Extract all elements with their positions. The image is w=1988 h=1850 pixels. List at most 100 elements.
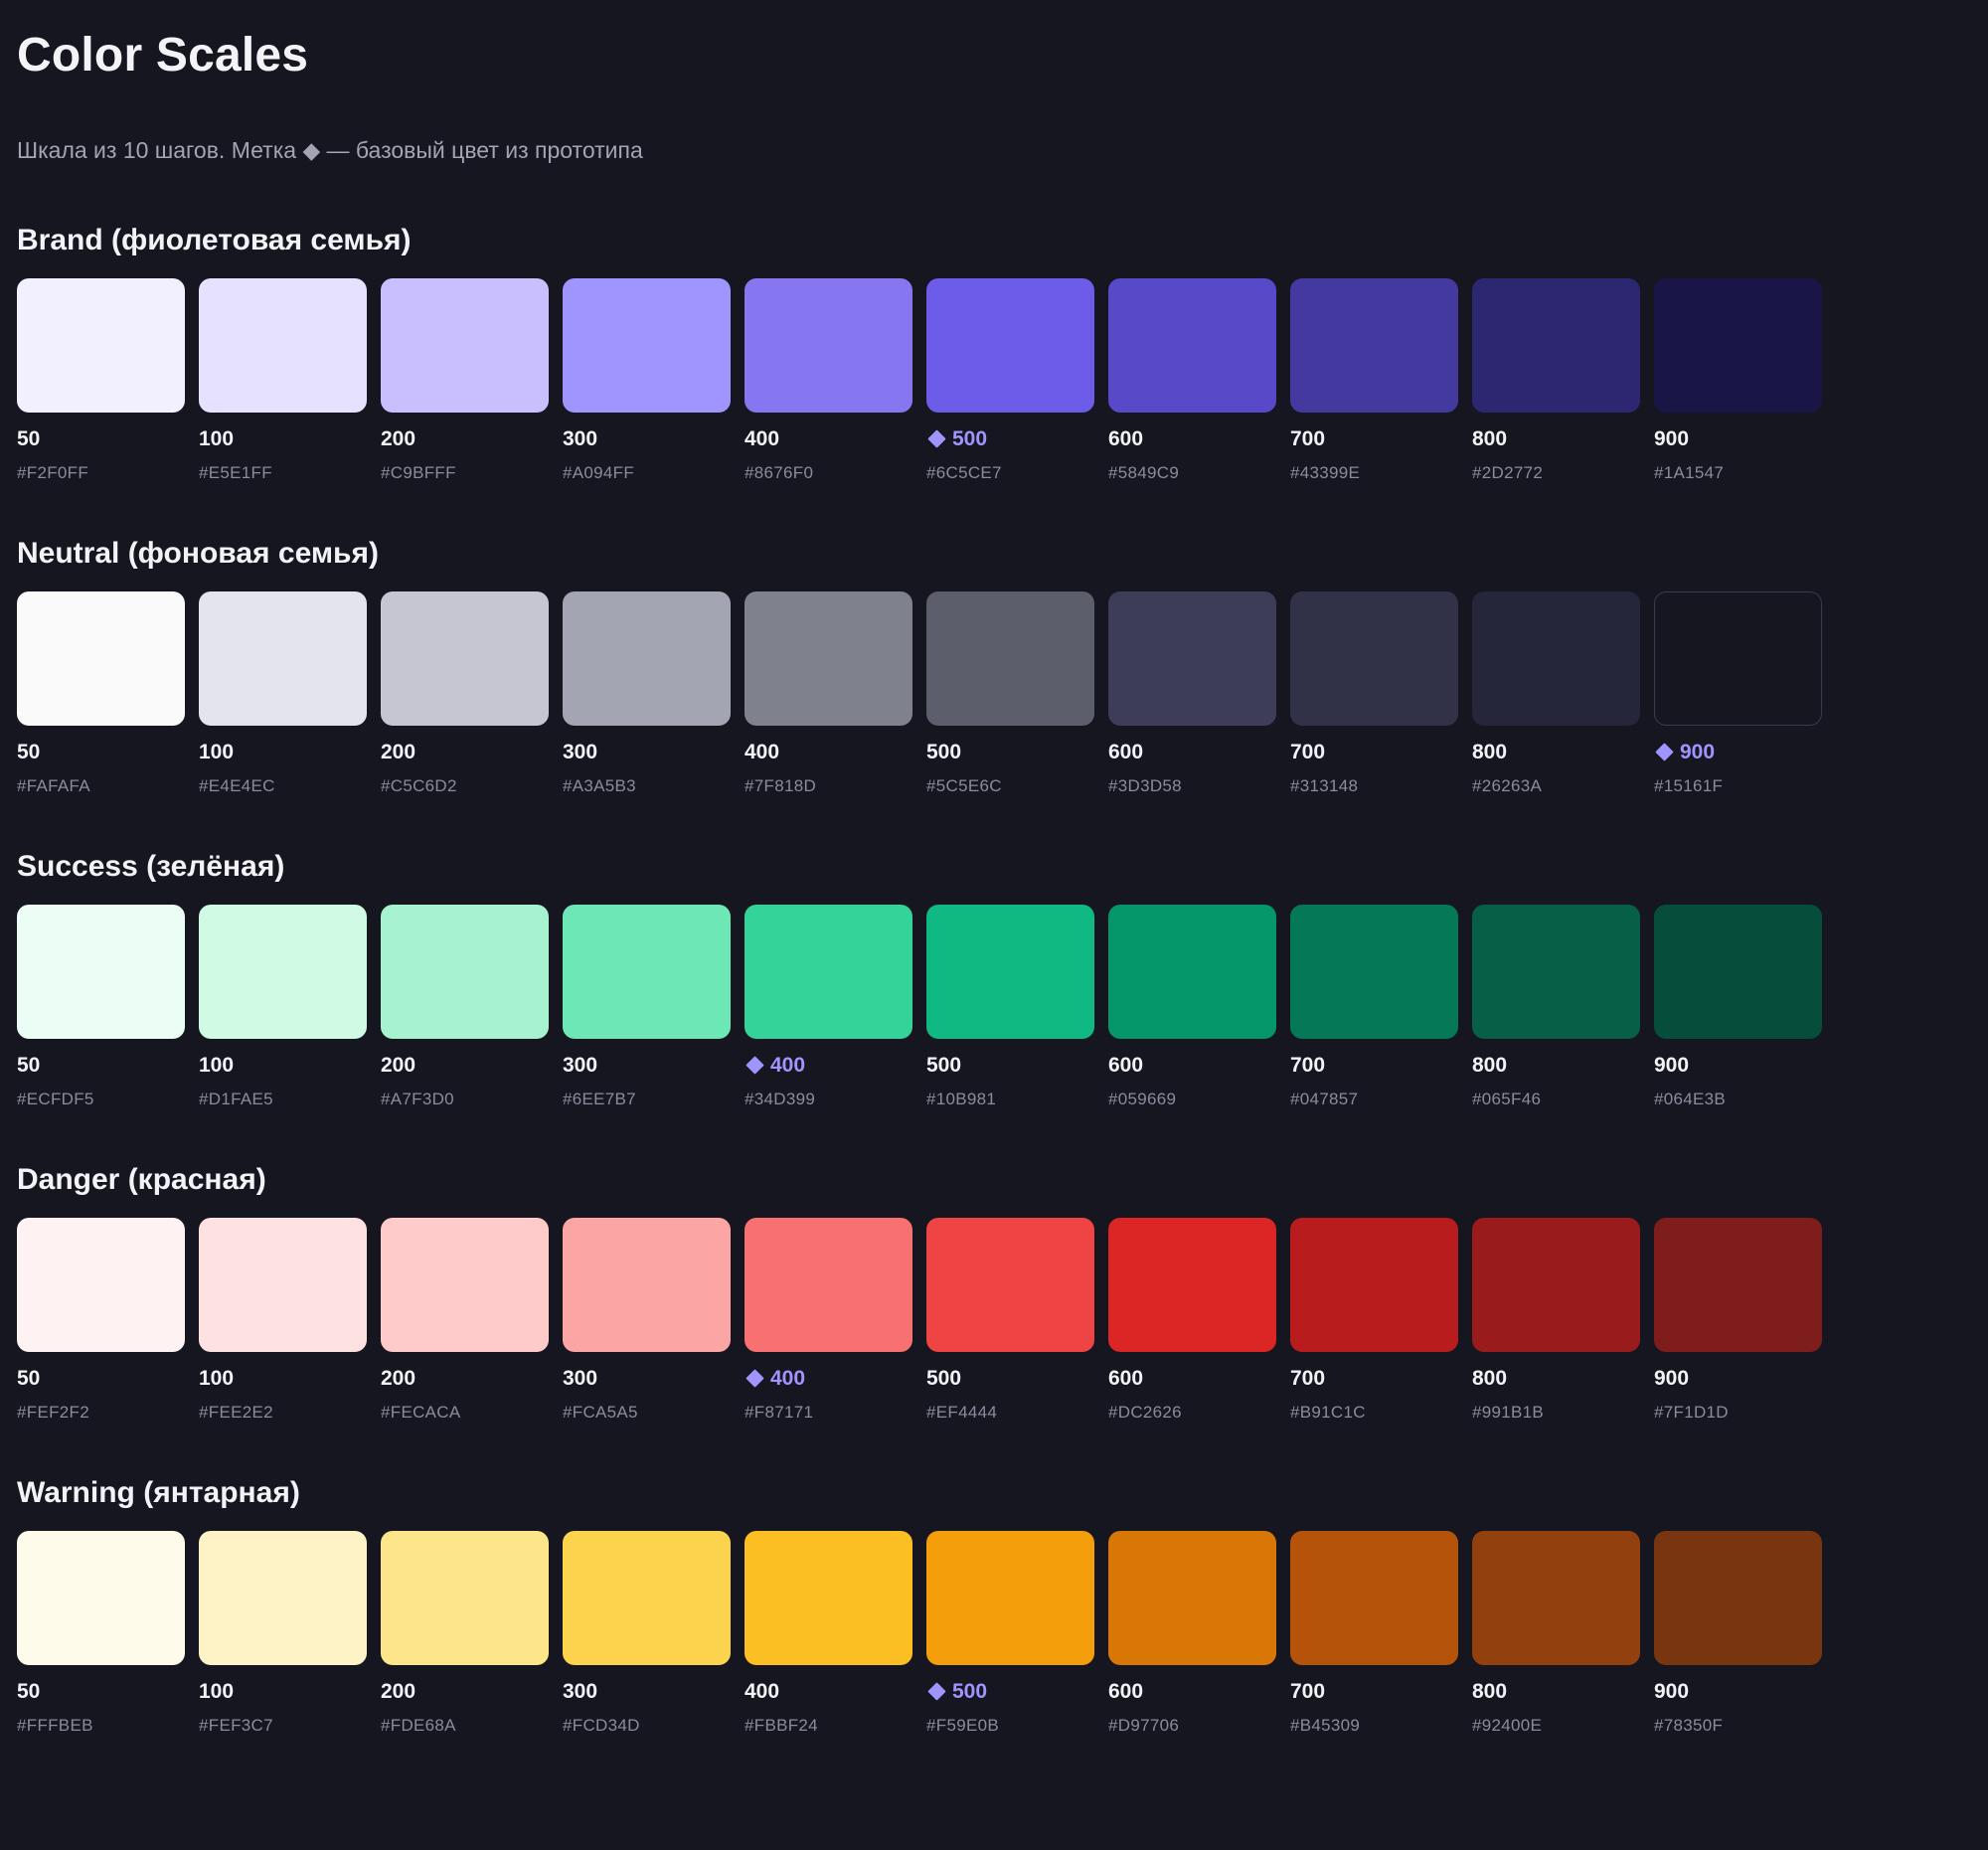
swatch-step-label: 700: [1290, 1054, 1326, 1077]
color-swatch: 500 #EF4444: [926, 1218, 1094, 1424]
swatch-step-label: 400: [745, 427, 780, 450]
swatch-hex-code: #7F818D: [745, 776, 817, 795]
color-chip: [563, 1218, 731, 1352]
color-swatch: 700 #313148: [1290, 591, 1458, 797]
swatch-step-label: 600: [1108, 1054, 1144, 1077]
swatch-hex-code: #B45309: [1290, 1716, 1361, 1735]
swatch-step-label: 50: [17, 1367, 41, 1390]
swatch-hex-code: #A3A5B3: [563, 776, 636, 795]
swatch-row: 50 #F2F0FF 100 #E5E1FF 200 #C9BFFF 300 #A094FF 4…: [17, 278, 1988, 484]
swatch-step-label: 100: [199, 1054, 235, 1077]
swatch-step: 300: [563, 1053, 731, 1079]
swatch-step: 300: [563, 1679, 731, 1705]
swatch-step-label: 900: [1654, 427, 1690, 450]
swatch-step-label: 900: [1680, 741, 1716, 763]
color-swatch: 600 #059669: [1108, 905, 1276, 1110]
color-chip: [199, 591, 367, 726]
swatch-step-label: 700: [1290, 741, 1326, 763]
swatch-step-label: 900: [1654, 1367, 1690, 1390]
color-chip: [1290, 905, 1458, 1039]
color-swatch: 800 #991B1B: [1472, 1218, 1640, 1424]
color-swatch: 500 #10B981: [926, 905, 1094, 1110]
swatch-hex-code: #6EE7B7: [563, 1090, 636, 1108]
color-swatch: 600 #5849C9: [1108, 278, 1276, 484]
swatch-step-label: 300: [563, 1367, 598, 1390]
scale-title: Warning (янтарная): [17, 1476, 300, 1509]
color-chip: [1654, 905, 1822, 1039]
color-chip: [1108, 905, 1276, 1039]
page-subtitle: Шкала из 10 шагов. Метка ◆ — базовый цве…: [17, 137, 643, 163]
swatch-step-label: 500: [952, 1680, 988, 1703]
swatch-step-label: 400: [745, 741, 780, 763]
color-chip: [381, 1218, 549, 1352]
color-swatch: 100 #E5E1FF: [199, 278, 367, 484]
color-scale-section: Neutral (фоновая семья) 50 #FAFAFA 100 #E4E4…: [17, 536, 1988, 797]
color-swatch: 800 #2D2772: [1472, 278, 1640, 484]
swatch-step: 400: [745, 1679, 912, 1705]
swatch-step: 500: [926, 740, 1094, 765]
color-swatch: 200 #C9BFFF: [381, 278, 549, 484]
color-swatch: 50 #FAFAFA: [17, 591, 185, 797]
base-color-diamond-icon: [746, 1056, 764, 1075]
color-chip: [381, 278, 549, 413]
base-color-diamond-icon: [927, 429, 946, 448]
color-swatch: 900 #064E3B: [1654, 905, 1822, 1110]
color-swatch: 200 #FECACA: [381, 1218, 549, 1424]
color-chip: [17, 278, 185, 413]
swatch-step-label: 200: [381, 741, 416, 763]
swatch-hex-code: #FDE68A: [381, 1716, 456, 1735]
color-chip: [745, 591, 912, 726]
swatch-step: 300: [563, 740, 731, 765]
swatch-hex-code: #ECFDF5: [17, 1090, 94, 1108]
swatch-step: 700: [1290, 426, 1458, 452]
color-chip: [926, 1218, 1094, 1352]
swatch-hex-code: #8676F0: [745, 463, 814, 482]
swatch-hex-code: #F2F0FF: [17, 463, 89, 482]
color-scale-section: Danger (красная) 50 #FEF2F2 100 #FEE2E2 200 #F…: [17, 1162, 1988, 1424]
swatch-step: 300: [563, 426, 731, 452]
swatch-step-label: 800: [1472, 741, 1508, 763]
swatch-step: 900: [1654, 426, 1822, 452]
swatch-step: 900: [1654, 1679, 1822, 1705]
color-swatch: 200 #FDE68A: [381, 1531, 549, 1737]
color-chip: [926, 591, 1094, 726]
swatch-step: 200: [381, 740, 549, 765]
scale-title: Danger (красная): [17, 1163, 266, 1196]
base-color-diamond-icon: [927, 1682, 946, 1701]
swatch-step: 800: [1472, 1366, 1640, 1392]
color-swatch: 900 #78350F: [1654, 1531, 1822, 1737]
swatch-step: 600: [1108, 740, 1276, 765]
color-swatch: 300 #A3A5B3: [563, 591, 731, 797]
color-chip: [1108, 278, 1276, 413]
swatch-hex-code: #FCA5A5: [563, 1403, 638, 1422]
swatch-step-label: 50: [17, 741, 41, 763]
swatch-step: 50: [17, 1053, 185, 1079]
color-chip: [1654, 1218, 1822, 1352]
swatch-step: 400: [745, 1053, 912, 1079]
color-swatch: 100 #FEE2E2: [199, 1218, 367, 1424]
color-chip: [745, 905, 912, 1039]
color-chip: [1472, 905, 1640, 1039]
color-chip: [745, 1531, 912, 1665]
swatch-hex-code: #A094FF: [563, 463, 635, 482]
swatch-step-label: 400: [745, 1680, 780, 1703]
color-chip: [1472, 1218, 1640, 1352]
color-swatch: 400 #34D399: [745, 905, 912, 1110]
color-swatch: 50 #ECFDF5: [17, 905, 185, 1110]
swatch-step: 100: [199, 1679, 367, 1705]
swatch-step-label: 100: [199, 1367, 235, 1390]
swatch-hex-code: #C5C6D2: [381, 776, 457, 795]
swatch-row: 50 #FEF2F2 100 #FEE2E2 200 #FECACA 300 #FCA5A5 4…: [17, 1218, 1988, 1424]
color-chip: [17, 1531, 185, 1665]
swatch-step-label: 400: [770, 1054, 806, 1077]
swatch-hex-code: #FEF2F2: [17, 1403, 89, 1422]
swatch-step-label: 100: [199, 1680, 235, 1703]
swatch-step-label: 50: [17, 1054, 41, 1077]
swatch-hex-code: #065F46: [1472, 1090, 1542, 1108]
swatch-hex-code: #5849C9: [1108, 463, 1180, 482]
color-swatch: 500 #F59E0B: [926, 1531, 1094, 1737]
swatch-step: 700: [1290, 1366, 1458, 1392]
color-swatch: 700 #43399E: [1290, 278, 1458, 484]
swatch-hex-code: #FECACA: [381, 1403, 461, 1422]
swatch-hex-code: #313148: [1290, 776, 1359, 795]
